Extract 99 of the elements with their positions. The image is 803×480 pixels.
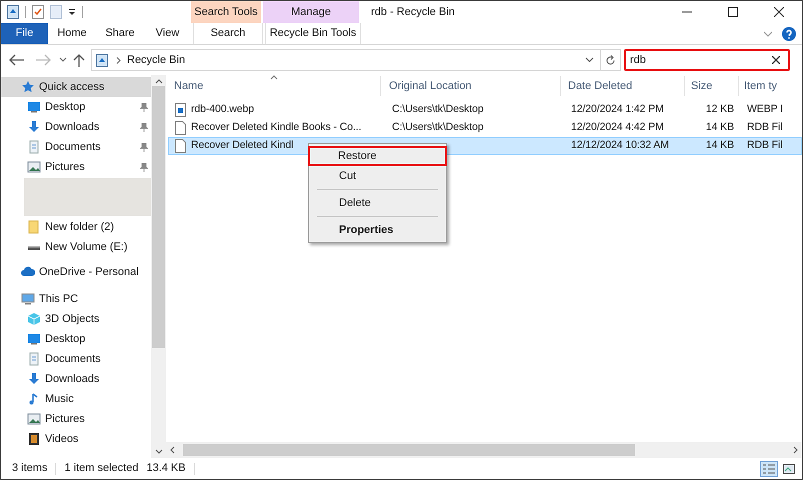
table-cell-text: C:\Users\tk\Desktop — [392, 102, 484, 118]
file-tab[interactable]: File — [1, 23, 48, 44]
details-view-button[interactable] — [760, 460, 778, 476]
status-text: 3 items — [12, 461, 48, 476]
scroll-left-icon[interactable] — [170, 446, 175, 454]
recycle-bin-icon — [96, 54, 108, 66]
nav-item[interactable]: Videos — [1, 429, 151, 449]
nav-item[interactable]: Documents — [1, 349, 151, 369]
ribbon-tab[interactable]: Home — [48, 23, 96, 44]
details-list-icon — [763, 464, 775, 474]
help-icon[interactable] — [782, 26, 796, 40]
nav-item[interactable]: This PC — [1, 289, 151, 309]
table-cell-text: RDB Fil — [747, 120, 782, 136]
computer-icon — [21, 292, 35, 306]
scroll-right-icon[interactable] — [793, 446, 798, 454]
search-text: rdb — [630, 52, 646, 68]
table-cell-text: 12 KB — [706, 102, 734, 118]
nav-item[interactable]: Pictures — [1, 409, 151, 429]
cloud-icon — [21, 265, 35, 279]
chevron-right-icon — [116, 56, 121, 64]
file-icon — [175, 121, 186, 135]
download-arrow-icon — [27, 120, 41, 134]
refresh-icon — [605, 54, 616, 66]
column-header[interactable]: Name — [166, 76, 381, 96]
table-cell-text: RDB Fil — [747, 138, 782, 154]
nav-item[interactable]: New folder (2) — [1, 217, 151, 237]
nav-item[interactable]: OneDrive - Personal — [1, 262, 151, 282]
chevron-down-icon[interactable] — [764, 30, 772, 36]
scrollbar-thumb[interactable] — [183, 444, 635, 456]
file-icon — [175, 139, 186, 153]
monitor-icon — [27, 332, 41, 346]
status-text: 1 item selected — [64, 461, 138, 476]
window-title: rdb - Recycle Bin — [371, 4, 455, 20]
column-header[interactable]: Original Location — [381, 76, 561, 96]
table-cell-text: 12/12/2024 10:32 AM — [571, 138, 669, 154]
image-icon — [27, 412, 41, 426]
recycle-bin-icon[interactable] — [7, 5, 19, 19]
folder-icon — [27, 220, 41, 234]
table-cell-text: rdb-400.webp — [191, 102, 254, 118]
table-cell-text: Recover Deleted Kindl — [191, 138, 294, 154]
menu-item[interactable]: Delete — [309, 193, 446, 213]
nav-item[interactable]: 3D Objects — [1, 309, 151, 329]
nav-item[interactable]: Music — [1, 389, 151, 409]
status-text: 13.4 KB — [146, 461, 186, 476]
recent-locations-icon[interactable] — [59, 57, 67, 63]
menu-item[interactable]: Properties — [309, 220, 446, 240]
nav-item[interactable]: Downloads — [1, 117, 151, 137]
ribbon-tab[interactable]: Search — [193, 23, 263, 44]
nav-item[interactable]: Pictures — [1, 157, 151, 177]
scroll-down-icon[interactable] — [154, 449, 162, 454]
scrollbar-thumb[interactable] — [152, 86, 165, 348]
file-row[interactable]: rdb-400.webp C:\Users\tk\Desktop 12/20/2024 1:42 PM 12 KB WEBP I — [168, 101, 802, 119]
search-field[interactable]: rdb — [624, 49, 790, 71]
column-header[interactable]: Item ty — [739, 76, 799, 96]
table-cell-text: 14 KB — [706, 120, 734, 136]
star-icon — [21, 80, 35, 94]
document-icon — [27, 352, 41, 366]
table-cell-text: 14 KB — [706, 138, 734, 154]
dropdown-icon[interactable] — [585, 57, 594, 63]
table-cell-text: WEBP I — [747, 102, 783, 118]
table-cell-text: 12/20/2024 1:42 PM — [571, 102, 664, 118]
sort-caret-icon — [270, 75, 278, 80]
column-header[interactable]: Date Deleted — [561, 76, 685, 96]
address-bar[interactable]: Recycle Bin — [91, 49, 621, 71]
nav-item[interactable]: Documents — [1, 137, 151, 157]
maximize-icon — [728, 7, 738, 17]
column-header[interactable]: Size — [685, 76, 739, 96]
ribbon-tab[interactable]: Recycle Bin Tools — [265, 23, 361, 44]
cube-icon — [27, 312, 41, 326]
nav-item[interactable]: Quick access — [1, 77, 151, 97]
back-icon[interactable] — [9, 54, 25, 66]
dropdown-icon[interactable] — [68, 8, 76, 16]
context-tab-header: Search Tools — [191, 1, 261, 23]
image-icon — [27, 160, 41, 174]
nav-item[interactable]: Desktop — [1, 97, 151, 117]
file-row[interactable]: Recover Deleted Kindle Books - Co... C:\Users\tk\Desktop 12/20/2024 4:42 PM 14 KB RDB Fil — [168, 119, 802, 137]
image-file-icon — [175, 103, 186, 117]
table-cell-text: 12/20/2024 4:42 PM — [571, 120, 664, 136]
nav-item[interactable]: Desktop — [1, 329, 151, 349]
ribbon-tab[interactable]: Share — [96, 23, 144, 44]
image-icon — [783, 464, 795, 474]
ribbon-tab[interactable]: View — [144, 23, 191, 44]
menu-item[interactable]: Cut — [309, 166, 446, 186]
film-icon — [27, 432, 41, 446]
nav-item[interactable]: New Volume (E:) — [1, 237, 151, 257]
context-tab-header: Manage — [263, 1, 359, 23]
table-cell-text: Recover Deleted Kindle Books - Co... — [191, 120, 362, 136]
close-icon — [774, 7, 784, 17]
download-arrow-icon — [27, 372, 41, 386]
properties-icon[interactable] — [32, 5, 44, 19]
table-cell-text: C:\Users\tk\Desktop — [392, 120, 484, 136]
document-icon — [27, 140, 41, 154]
address-text: Recycle Bin — [127, 52, 186, 68]
monitor-icon — [27, 100, 41, 114]
nav-item[interactable]: Downloads — [1, 369, 151, 389]
scroll-up-icon[interactable] — [154, 79, 162, 84]
menu-item[interactable]: Restore — [308, 146, 447, 166]
clear-icon[interactable] — [772, 56, 780, 64]
up-icon[interactable] — [73, 53, 85, 67]
